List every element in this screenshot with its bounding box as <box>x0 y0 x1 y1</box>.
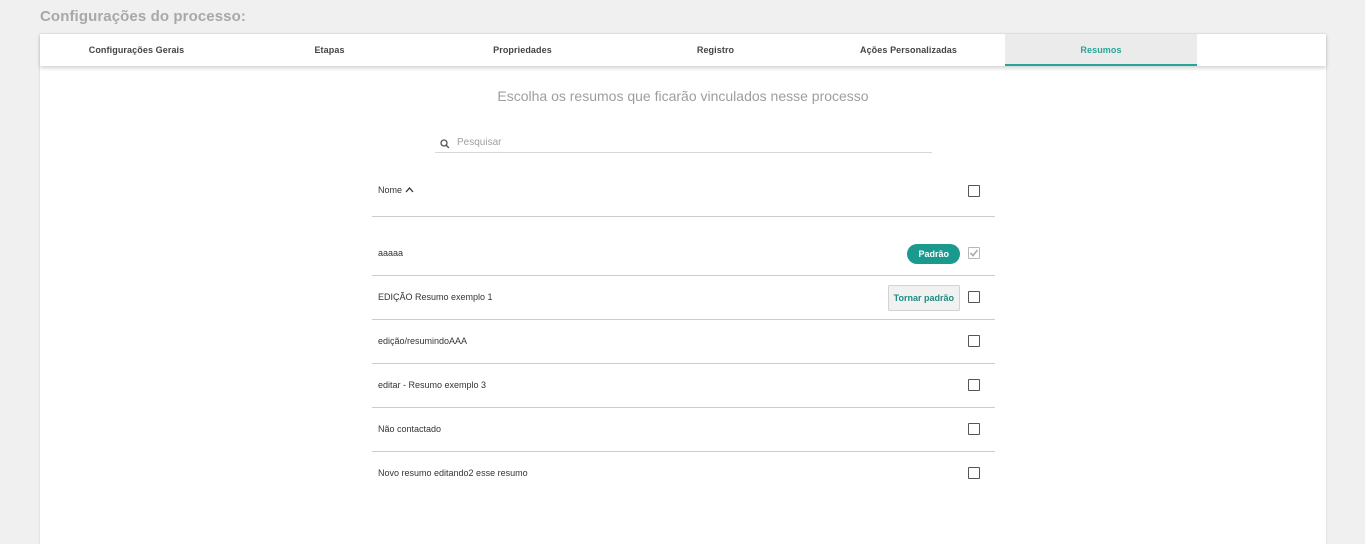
table-row: edição/resumindoAAA <box>372 320 995 364</box>
row-checkbox[interactable] <box>968 467 980 479</box>
tab-acoes-personalizadas[interactable]: Ações Personalizadas <box>812 34 1005 66</box>
search-bar <box>435 134 932 153</box>
process-settings-card: Configurações Gerais Etapas Propriedades… <box>40 34 1326 544</box>
row-checkbox[interactable] <box>968 423 980 435</box>
row-name: EDIÇÃO Resumo exemplo 1 <box>378 292 493 302</box>
row-name: Não contactado <box>378 424 442 434</box>
row-checkbox[interactable] <box>968 379 980 391</box>
table-row: aaaaa Padrão <box>372 232 995 276</box>
section-heading: Escolha os resumos que ficarão vinculado… <box>497 88 869 104</box>
row-name: edição/resumindoAAA <box>378 336 468 346</box>
tab-bar: Configurações Gerais Etapas Propriedades… <box>40 34 1326 66</box>
table-row: Não contactado <box>372 408 995 452</box>
table-row: Novo resumo editando2 esse resumo <box>372 452 995 495</box>
row-name: Novo resumo editando2 esse resumo <box>378 468 528 478</box>
tab-configuracoes-gerais[interactable]: Configurações Gerais <box>40 34 233 66</box>
page-title: Configurações do processo: <box>40 8 246 25</box>
default-badge: Padrão <box>907 244 960 264</box>
tab-resumos[interactable]: Resumos <box>1005 34 1197 66</box>
chevron-up-icon <box>405 185 414 195</box>
tab-propriedades[interactable]: Propriedades <box>426 34 619 66</box>
search-icon <box>439 137 451 149</box>
select-all-checkbox[interactable] <box>968 185 980 197</box>
row-checkbox[interactable] <box>968 335 980 347</box>
tab-etapas[interactable]: Etapas <box>233 34 426 66</box>
table-row: editar - Resumo exemplo 3 <box>372 364 995 408</box>
row-name: editar - Resumo exemplo 3 <box>378 380 487 390</box>
row-checkbox[interactable] <box>968 247 980 259</box>
sort-by-name-header[interactable]: Nome <box>378 185 414 195</box>
row-checkbox[interactable] <box>968 291 980 303</box>
make-default-button[interactable]: Tornar padrão <box>887 285 960 311</box>
row-name: aaaaa <box>378 248 404 258</box>
summaries-table: Nome aaaaa Padrão EDIÇÃO Resumo exemplo … <box>372 174 995 495</box>
column-name-label: Nome <box>378 185 403 195</box>
table-header: Nome <box>372 174 995 217</box>
table-row: EDIÇÃO Resumo exemplo 1 Tornar padrão <box>372 276 995 320</box>
tab-registro[interactable]: Registro <box>619 34 812 66</box>
search-input[interactable] <box>457 134 917 150</box>
